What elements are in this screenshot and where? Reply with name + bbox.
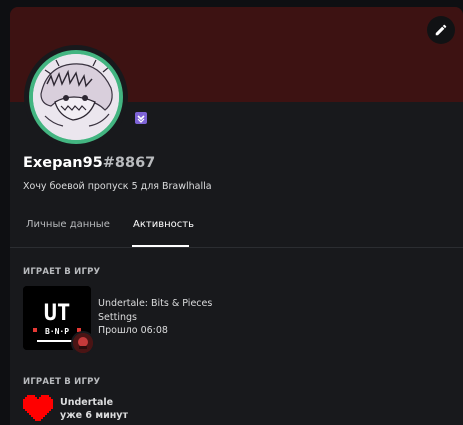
activity-elapsed: уже 6 минут [60, 410, 128, 421]
activity-elapsed: Прошло 06:08 [98, 325, 168, 336]
activity-header: ИГРАЕТ В ИГРУ [23, 267, 101, 277]
activity-name: Undertale: Bits & Pieces [98, 298, 213, 309]
game-small-image [71, 331, 95, 355]
tab-activity[interactable]: Активность [133, 219, 194, 230]
avatar[interactable] [24, 45, 128, 149]
username-discriminator: #8867 [102, 155, 156, 171]
activity-header: ИГРАЕТ В ИГРУ [23, 377, 101, 387]
pencil-icon [435, 24, 447, 36]
hypesquad-badge-icon[interactable] [134, 111, 148, 125]
username[interactable]: Exepan95#8867 [23, 155, 155, 171]
avatar-image [33, 54, 119, 140]
custom-status: Хочу боевой пропуск 5 для Brawlhalla [23, 181, 212, 192]
profile-tabs: Личные данные Активность [10, 219, 463, 247]
activity-details: Settings [98, 312, 137, 323]
game-art-subtitle: B·N·P [45, 327, 69, 336]
tab-user-info[interactable]: Личные данные [26, 219, 110, 230]
edit-profile-button[interactable] [427, 16, 455, 44]
game-art-title: UT [44, 301, 71, 326]
username-name: Exepan95 [23, 155, 103, 171]
red-heart-icon [23, 395, 53, 421]
online-status-ring [29, 50, 123, 144]
divider [10, 247, 463, 248]
activity-name: Undertale [60, 397, 114, 408]
user-profile-popout: Exepan95#8867 Хочу боевой пропуск 5 для … [10, 7, 463, 425]
